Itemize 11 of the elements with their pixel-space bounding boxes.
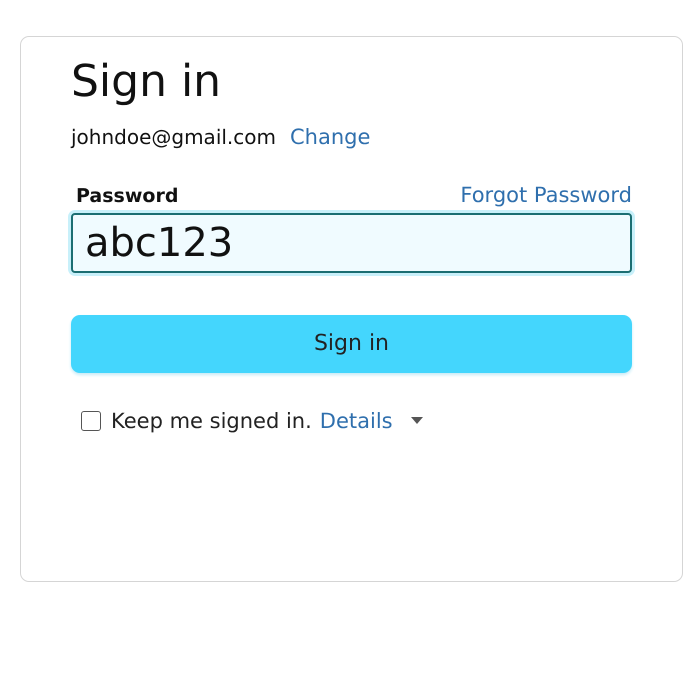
password-label: Password xyxy=(76,184,178,207)
caret-icon[interactable] xyxy=(410,416,423,425)
account-email: johndoe@gmail.com xyxy=(71,124,276,149)
forgot-password-link[interactable]: Forgot Password xyxy=(460,182,632,207)
keep-signed-in-label: Keep me signed in. xyxy=(111,408,312,433)
checkbox[interactable] xyxy=(81,410,101,431)
page-title: Sign in xyxy=(71,55,222,109)
change-link[interactable]: Change xyxy=(290,124,370,149)
password-field[interactable]: abc123 xyxy=(71,212,632,273)
sign-in-button[interactable]: Sign in xyxy=(71,314,632,373)
details-link[interactable]: Details xyxy=(320,408,393,433)
